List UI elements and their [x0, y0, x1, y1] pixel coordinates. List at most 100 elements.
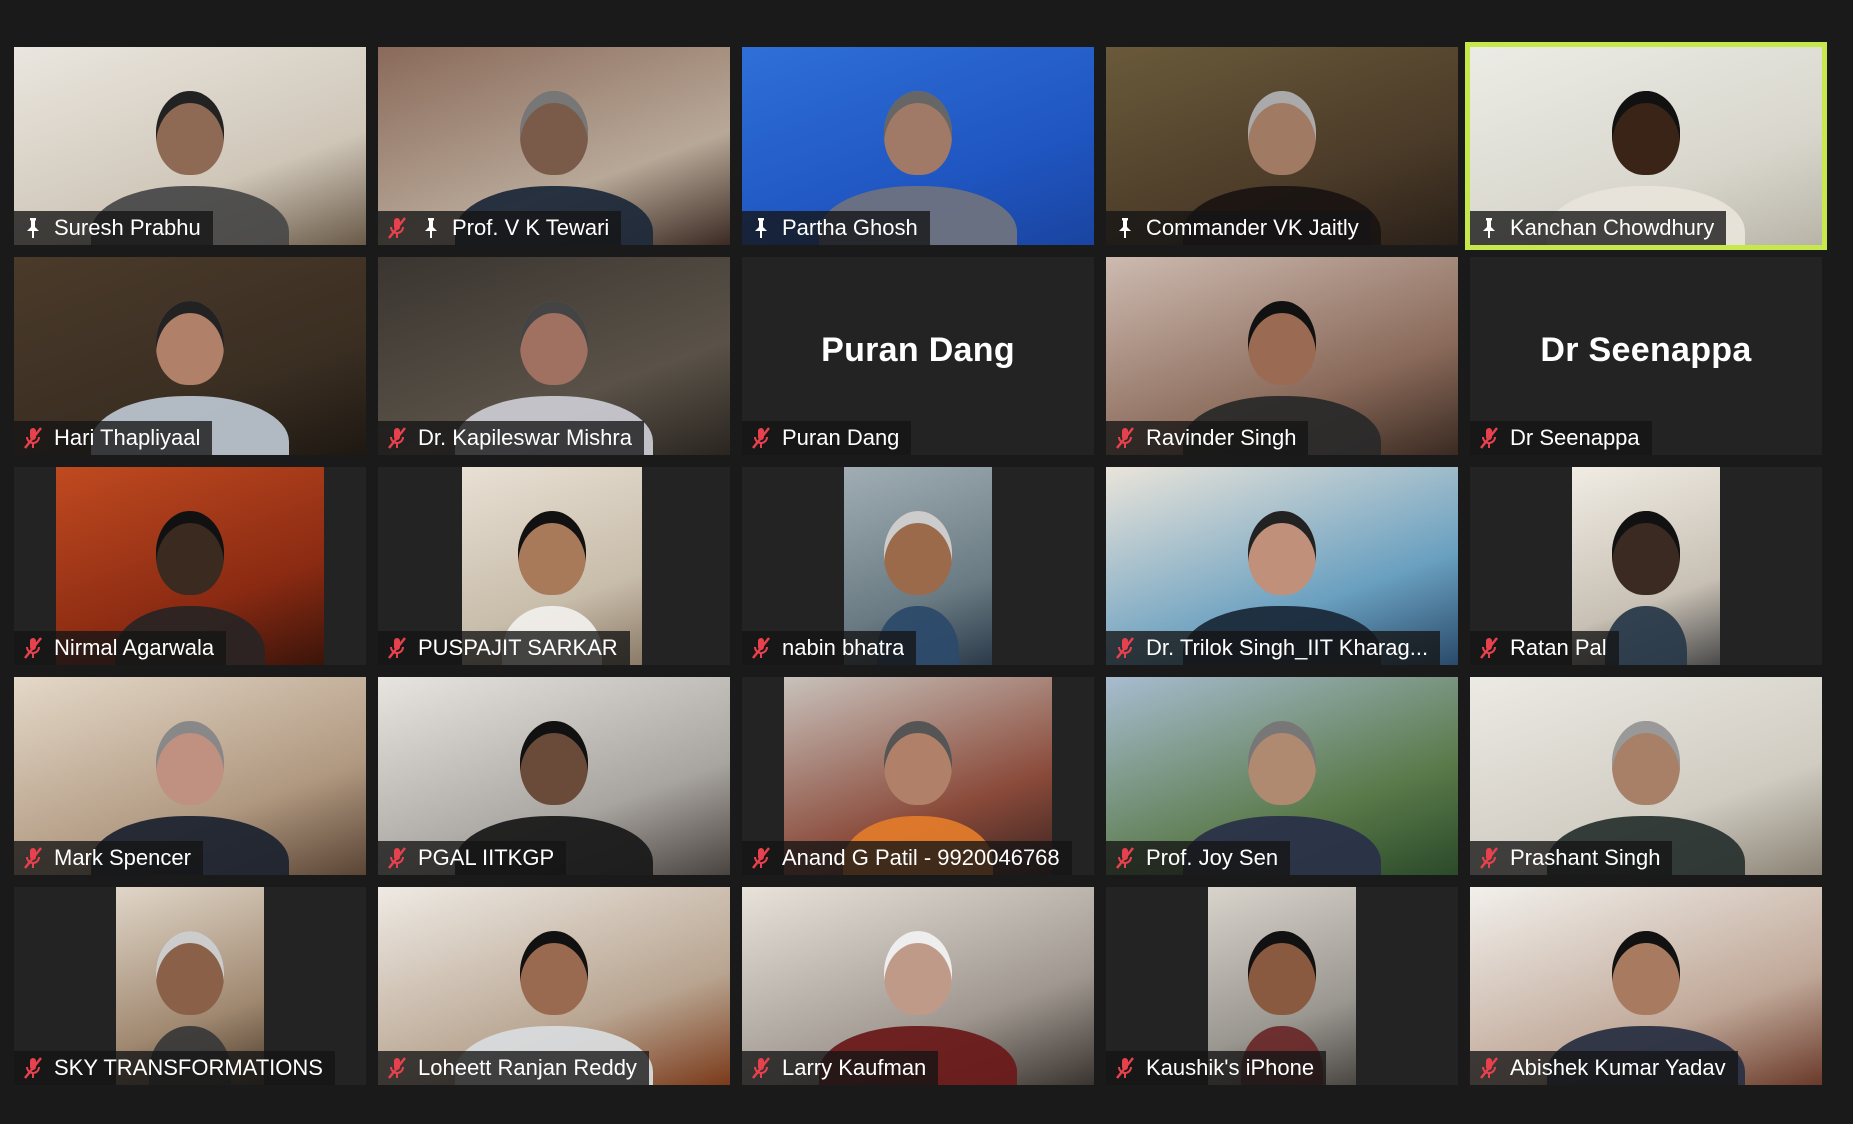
name-label: Prof. V K Tewari [378, 211, 622, 245]
name-label: Prof. Joy Sen [1106, 841, 1291, 875]
name-label: Larry Kaufman [742, 1051, 939, 1085]
muted-mic-icon [20, 845, 46, 871]
participant-name: Anand G Patil - 9920046768 [782, 845, 1060, 870]
participant-name: Puran Dang [782, 425, 900, 450]
muted-mic-icon [384, 215, 410, 241]
participant-tile[interactable]: Larry Kaufman [742, 887, 1094, 1085]
name-label: Dr Seenappa [1470, 421, 1652, 455]
name-label: Anand G Patil - 9920046768 [742, 841, 1072, 875]
display-name: Dr Seenappa [1540, 331, 1752, 369]
participant-name: Commander VK Jaitly [1146, 215, 1359, 240]
participant-name: Suresh Prabhu [54, 215, 201, 240]
name-label: nabin bhatra [742, 631, 917, 665]
display-name: Puran Dang [821, 331, 1015, 369]
muted-mic-icon [1112, 425, 1138, 451]
name-label: Ratan Pal [1470, 631, 1619, 665]
muted-mic-icon [1476, 425, 1502, 451]
participant-name: Loheett Ranjan Reddy [418, 1055, 637, 1080]
participant-tile[interactable]: Prof. V K Tewari [378, 47, 730, 245]
participant-tile[interactable]: Suresh Prabhu [14, 47, 366, 245]
participant-tile[interactable]: Anand G Patil - 9920046768 [742, 677, 1094, 875]
participant-name: Larry Kaufman [782, 1055, 927, 1080]
participant-name: Abishek Kumar Yadav [1510, 1055, 1726, 1080]
participant-name: Prashant Singh [1510, 845, 1661, 870]
participant-name: Dr Seenappa [1510, 425, 1640, 450]
participant-name: Kaushik's iPhone [1146, 1055, 1315, 1080]
participant-name: Partha Ghosh [782, 215, 918, 240]
participant-name: Kanchan Chowdhury [1510, 215, 1715, 240]
participant-name: Mark Spencer [54, 845, 191, 870]
name-label: Prashant Singh [1470, 841, 1673, 875]
muted-mic-icon [384, 845, 410, 871]
muted-mic-icon [748, 1055, 774, 1081]
participant-tile[interactable]: PGAL IITKGP [378, 677, 730, 875]
name-label: PGAL IITKGP [378, 841, 567, 875]
participant-tile-video-off[interactable]: Dr Seenappa Dr Seenappa [1470, 257, 1822, 455]
name-label: Nirmal Agarwala [14, 631, 227, 665]
video-gallery: Suresh Prabhu Prof. V K Tewari Partha Gh… [14, 42, 1827, 1085]
name-label: Suresh Prabhu [14, 211, 213, 245]
participant-tile[interactable]: Prashant Singh [1470, 677, 1822, 875]
participant-tile[interactable]: PUSPAJIT SARKAR [378, 467, 730, 665]
participant-name: Dr. Kapileswar Mishra [418, 425, 632, 450]
name-label: Hari Thapliyaal [14, 421, 213, 455]
name-label: SKY TRANSFORMATIONS [14, 1051, 335, 1085]
participant-name: Prof. Joy Sen [1146, 845, 1279, 870]
muted-mic-icon [20, 1055, 46, 1081]
participant-name: Ratan Pal [1510, 635, 1607, 660]
muted-mic-icon [20, 635, 46, 661]
muted-mic-icon [1112, 845, 1138, 871]
participant-tile[interactable]: Mark Spencer [14, 677, 366, 875]
participant-tile[interactable]: Nirmal Agarwala [14, 467, 366, 665]
name-label: Ravinder Singh [1106, 421, 1309, 455]
muted-mic-icon [748, 635, 774, 661]
name-label: Kanchan Chowdhury [1470, 211, 1727, 245]
muted-mic-icon [1112, 635, 1138, 661]
participant-tile[interactable]: Hari Thapliyaal [14, 257, 366, 455]
participant-name: PUSPAJIT SARKAR [418, 635, 618, 660]
participant-tile[interactable]: Commander VK Jaitly [1106, 47, 1458, 245]
muted-mic-icon [1476, 1055, 1502, 1081]
muted-mic-icon [384, 635, 410, 661]
name-label: Kaushik's iPhone [1106, 1051, 1327, 1085]
participant-name: nabin bhatra [782, 635, 905, 660]
name-label: Dr. Trilok Singh_IIT Kharag... [1106, 631, 1441, 665]
muted-mic-icon [1112, 1055, 1138, 1081]
muted-mic-icon [1476, 845, 1502, 871]
participant-name: Dr. Trilok Singh_IIT Kharag... [1146, 635, 1429, 660]
participant-tile[interactable]: Loheett Ranjan Reddy [378, 887, 730, 1085]
participant-tile[interactable]: Kaushik's iPhone [1106, 887, 1458, 1085]
participant-tile-active-speaker[interactable]: Kanchan Chowdhury [1465, 42, 1827, 250]
participant-name: Ravinder Singh [1146, 425, 1297, 450]
name-label: PUSPAJIT SARKAR [378, 631, 630, 665]
participant-tile[interactable]: Ravinder Singh [1106, 257, 1458, 455]
participant-tile[interactable]: nabin bhatra [742, 467, 1094, 665]
spotlight-pin-icon [418, 215, 444, 241]
muted-mic-icon [384, 1055, 410, 1081]
name-label: Abishek Kumar Yadav [1470, 1051, 1738, 1085]
participant-tile-video-off[interactable]: Puran Dang Puran Dang [742, 257, 1094, 455]
spotlight-pin-icon [20, 215, 46, 241]
participant-tile[interactable]: Abishek Kumar Yadav [1470, 887, 1822, 1085]
participant-tile[interactable]: Prof. Joy Sen [1106, 677, 1458, 875]
name-label: Mark Spencer [14, 841, 203, 875]
name-label: Partha Ghosh [742, 211, 930, 245]
muted-mic-icon [748, 845, 774, 871]
name-label: Loheett Ranjan Reddy [378, 1051, 649, 1085]
muted-mic-icon [1476, 635, 1502, 661]
participant-tile[interactable]: Ratan Pal [1470, 467, 1822, 665]
participant-name: Prof. V K Tewari [452, 215, 610, 240]
name-label: Puran Dang [742, 421, 912, 455]
muted-mic-icon [384, 425, 410, 451]
participant-tile[interactable]: Partha Ghosh [742, 47, 1094, 245]
muted-mic-icon [748, 425, 774, 451]
muted-mic-icon [20, 425, 46, 451]
participant-name: Hari Thapliyaal [54, 425, 201, 450]
participant-tile[interactable]: Dr. Trilok Singh_IIT Kharag... [1106, 467, 1458, 665]
participant-tile[interactable]: SKY TRANSFORMATIONS [14, 887, 366, 1085]
participant-name: SKY TRANSFORMATIONS [54, 1055, 323, 1080]
name-label: Dr. Kapileswar Mishra [378, 421, 644, 455]
spotlight-pin-icon [1112, 215, 1138, 241]
name-label: Commander VK Jaitly [1106, 211, 1371, 245]
participant-tile[interactable]: Dr. Kapileswar Mishra [378, 257, 730, 455]
